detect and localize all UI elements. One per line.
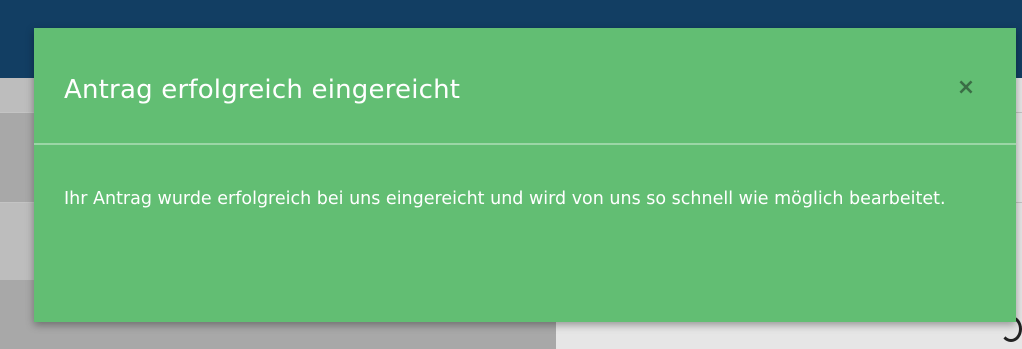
dialog-title: Antrag erfolgreich eingereicht bbox=[64, 75, 461, 105]
dialog-header: Antrag erfolgreich eingereicht × bbox=[34, 28, 1016, 143]
page-background: Antrag erfolgreich eingereicht × Ihr Ant… bbox=[0, 0, 1022, 349]
success-dialog: Antrag erfolgreich eingereicht × Ihr Ant… bbox=[34, 28, 1016, 322]
dialog-header-divider bbox=[34, 143, 1016, 145]
close-icon[interactable]: × bbox=[954, 76, 978, 100]
dialog-message: Ihr Antrag wurde erfolgreich bei uns ein… bbox=[64, 189, 946, 209]
